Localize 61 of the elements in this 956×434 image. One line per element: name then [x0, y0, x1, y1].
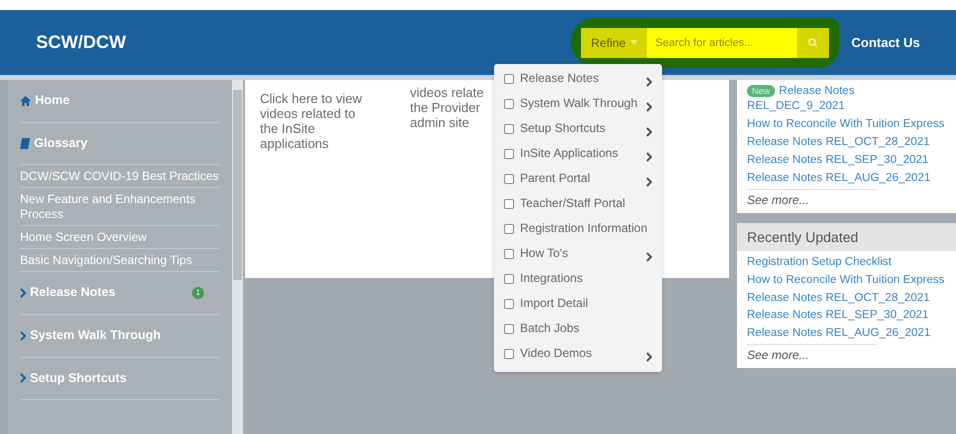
checkbox[interactable]	[504, 199, 514, 209]
card-title: Recently Updated	[737, 222, 956, 251]
sidebar-item[interactable]: Setup Shortcuts	[20, 358, 220, 400]
menu-item[interactable]: Release Notes	[520, 71, 646, 87]
checkbox[interactable]	[504, 124, 514, 134]
search-field[interactable]: Search for articles...	[647, 28, 798, 58]
checkbox[interactable]	[504, 224, 514, 234]
sidebar-item[interactable]: Home Screen Overview	[20, 226, 220, 250]
checkbox[interactable]	[504, 74, 514, 84]
caret-icon	[630, 40, 638, 45]
article-link[interactable]: How to Reconcile With Tuition Express	[747, 116, 946, 132]
menu-item[interactable]: Registration Information	[520, 221, 652, 237]
menu-item[interactable]: Setup Shortcuts	[520, 121, 646, 137]
article-link[interactable]: Release Notes REL_AUG_26_2021	[747, 170, 946, 186]
contact-link[interactable]: Contact Us	[851, 35, 920, 50]
article-link[interactable]: Registration Setup Checklist	[747, 254, 946, 270]
checkbox[interactable]	[504, 299, 514, 309]
sidebar-item[interactable]: Basic Navigation/Searching Tips	[20, 249, 220, 272]
menu-item[interactable]: Teacher/Staff Portal	[520, 196, 652, 212]
sidebar-item[interactable]: Glossary	[20, 122, 220, 166]
search-button[interactable]	[797, 28, 830, 58]
see-more-link[interactable]: See more...	[747, 344, 877, 362]
menu-item[interactable]: Video Demos	[520, 346, 646, 362]
article-link[interactable]: How to Reconcile With Tuition Express	[747, 272, 946, 288]
search-icon	[808, 38, 818, 48]
menu-item[interactable]: Import Detail	[520, 296, 652, 312]
menu-item[interactable]: Integrations	[520, 271, 652, 287]
article-link[interactable]: Release Notes REL_SEP_30_2021	[747, 152, 946, 168]
article-link[interactable]: Release Notes REL_AUG_26_2021	[747, 326, 946, 342]
refine-button[interactable]: Refine	[581, 28, 648, 58]
site-title: SCW/DCW	[36, 32, 127, 53]
checkbox[interactable]	[504, 349, 514, 359]
chevron-icon	[20, 373, 26, 384]
checkbox[interactable]	[504, 249, 514, 259]
menu-item[interactable]: System Walk Through	[520, 96, 646, 112]
checkbox[interactable]	[504, 274, 514, 284]
home-icon	[20, 96, 31, 106]
sidebar-item[interactable]: Release Notes 1	[20, 272, 220, 315]
see-more-link[interactable]: See more...	[747, 188, 877, 207]
scrollbar[interactable]	[232, 80, 243, 434]
sidebar-item[interactable]: System Walk Through	[20, 314, 220, 358]
article-link[interactable]: New Release Notes REL_DEC_9_2021	[747, 84, 946, 114]
checkbox[interactable]	[504, 324, 514, 334]
sidebar-item[interactable]: New Feature and Enhancements Process	[20, 188, 220, 226]
menu-item[interactable]: InSite Applications	[520, 146, 646, 162]
chevron-icon	[20, 288, 26, 298]
video-tile-text[interactable]: Click here to view videos related to the InSite applications	[260, 92, 400, 266]
menu-item[interactable]: Batch Jobs	[520, 321, 652, 337]
sidebar-item[interactable]: DCW/SCW COVID-19 Best Practices	[20, 165, 220, 188]
checkbox[interactable]	[504, 174, 514, 184]
article-link[interactable]: Release Notes REL_OCT_28_2021	[747, 134, 946, 150]
menu-item[interactable]: How To's	[520, 246, 646, 262]
checkbox[interactable]	[504, 99, 514, 109]
menu-item[interactable]: Parent Portal	[520, 171, 646, 187]
checkbox[interactable]	[504, 149, 514, 159]
book-icon	[20, 138, 30, 149]
article-link[interactable]: Release Notes REL_OCT_28_2021	[747, 290, 946, 306]
sidebar-item[interactable]: Home	[20, 80, 220, 123]
chevron-icon	[20, 330, 26, 340]
article-link[interactable]: Release Notes REL_SEP_30_2021	[747, 308, 946, 324]
count-badge: 1	[192, 287, 204, 300]
